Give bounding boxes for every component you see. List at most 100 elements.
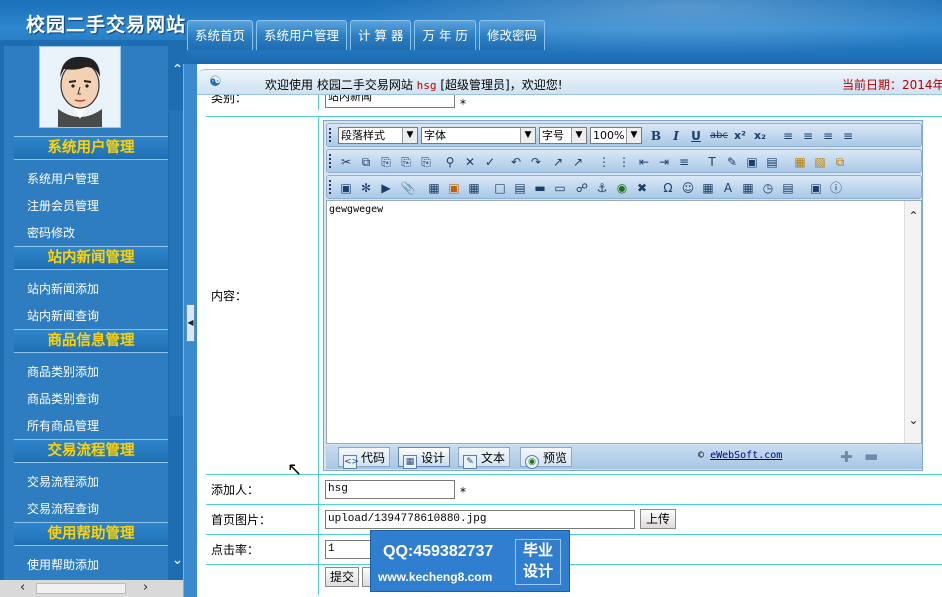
select-all-icon[interactable]: ↗ [549, 153, 567, 171]
tab-system-users[interactable]: 系统用户管理 [256, 20, 348, 50]
collapse-arrow-icon[interactable]: ◀ [186, 304, 195, 342]
table-icon[interactable]: ▦ [791, 153, 809, 171]
menu-item-registered-members[interactable]: 注册会员管理 [27, 197, 99, 214]
tab-calculator[interactable]: 计 算 器 [350, 20, 412, 50]
menu-group-help[interactable]: 使用帮助管理 [14, 522, 168, 546]
indent-decrease-icon[interactable]: ⇤ [635, 153, 653, 171]
insert-table-icon[interactable]: ▦ [425, 179, 443, 197]
align-justify-icon[interactable]: ≡ [839, 127, 857, 145]
submit-button[interactable]: 提交 [325, 567, 359, 587]
menu-item-flow-query[interactable]: 交易流程查询 [27, 500, 99, 517]
menu-group-system-users[interactable]: 系统用户管理 [14, 136, 168, 160]
upload-button[interactable]: 上传 [640, 509, 676, 529]
italic-icon[interactable]: I [667, 127, 685, 145]
unordered-list-icon[interactable]: ⋮ [615, 153, 633, 171]
menu-group-news[interactable]: 站内新闻管理 [14, 246, 168, 270]
chevron-up-icon[interactable]: ⌃ [905, 209, 922, 223]
scroll-left-icon[interactable]: ‹ [20, 580, 25, 595]
unlink-icon[interactable]: ✖ [633, 179, 651, 197]
background-color-icon[interactable]: ▣ [743, 153, 761, 171]
subscript-icon[interactable]: x₂ [751, 127, 769, 145]
underline-icon[interactable]: U [687, 127, 705, 145]
editor-content-area[interactable]: gewgwegew ⌃ ⌄ [326, 200, 922, 444]
insert-form-icon[interactable]: ▣ [445, 179, 463, 197]
adder-input[interactable]: hsg [325, 480, 455, 499]
emoticon-icon[interactable]: ☺ [679, 179, 697, 197]
time-icon[interactable]: ◷ [759, 179, 777, 197]
tab-calendar[interactable]: 万 年 历 [414, 20, 476, 50]
menu-item-flow-add[interactable]: 交易流程添加 [27, 473, 99, 490]
hyperlink-globe-icon[interactable]: ◉ [613, 179, 631, 197]
art-text-icon[interactable]: A [719, 179, 737, 197]
font-family-select[interactable]: 字体 ▼ [421, 127, 536, 144]
date-icon[interactable]: ▦ [739, 179, 757, 197]
align-right-icon[interactable]: ≡ [819, 127, 837, 145]
image-path-input[interactable]: upload/1394778610880.jpg [325, 510, 635, 529]
highlight-icon[interactable]: ✎ [723, 153, 741, 171]
flash-icon[interactable]: ✻ [357, 179, 375, 197]
scrollbar-thumb[interactable] [36, 583, 126, 594]
grid-icon[interactable]: ▦ [465, 179, 483, 197]
about-info-icon[interactable]: ⓘ [827, 179, 845, 197]
redo-icon[interactable]: ↷ [527, 153, 545, 171]
layer-icon[interactable]: ⧉ [831, 153, 849, 171]
paste-word-icon[interactable]: ⎘ [417, 153, 435, 171]
menu-group-goods[interactable]: 商品信息管理 [14, 329, 168, 353]
horizontal-rule-icon[interactable]: ▬ [531, 179, 549, 197]
excel-icon[interactable]: ▦ [699, 179, 717, 197]
media-icon[interactable]: ▶ [377, 179, 395, 197]
attachment-icon[interactable]: 📎 [399, 179, 417, 197]
paragraph-style-select[interactable]: 段落样式 ▼ [338, 127, 418, 144]
menu-item-news-add[interactable]: 站内新闻添加 [27, 280, 99, 297]
marquee-icon[interactable]: ▭ [551, 179, 569, 197]
delete-icon[interactable]: ✕ [461, 153, 479, 171]
frame-splitter[interactable]: ◀ [183, 64, 197, 597]
menu-item-change-password[interactable]: 密码修改 [27, 224, 75, 241]
copy-icon[interactable]: ⧉ [357, 153, 375, 171]
cut-icon[interactable]: ✂ [337, 153, 355, 171]
menu-item-category-add[interactable]: 商品类别添加 [27, 363, 99, 380]
align-left-icon[interactable]: ≡ [779, 127, 797, 145]
zoom-select[interactable]: 100% ▼ [590, 127, 642, 144]
font-size-select[interactable]: 字号 ▼ [539, 127, 587, 144]
ordered-list-icon[interactable]: ⋮ [595, 153, 613, 171]
link-icon[interactable]: ☍ [573, 179, 591, 197]
mode-code-button[interactable]: <> 代码 [338, 447, 391, 469]
category-input[interactable]: 站内新闻 [325, 95, 455, 108]
font-color-icon[interactable]: T [703, 153, 721, 171]
remote-upload-icon[interactable]: ▤ [779, 179, 797, 197]
paste-icon[interactable]: ⎘ [377, 153, 395, 171]
abs-position-icon[interactable]: ▤ [763, 153, 781, 171]
zoom-in-icon[interactable]: ✚ [840, 448, 853, 466]
form-icon[interactable]: ▧ [811, 153, 829, 171]
menu-item-system-users[interactable]: 系统用户管理 [27, 170, 99, 187]
menu-item-news-query[interactable]: 站内新闻查询 [27, 307, 99, 324]
copyright-link[interactable]: eWebSoft.com [710, 450, 782, 461]
insert-frame-icon[interactable]: □ [491, 179, 509, 197]
anchor-icon[interactable]: ⚓ [593, 179, 611, 197]
sidebar-horizontal-scrollbar[interactable]: ‹ › [0, 580, 187, 597]
indent-increase-icon[interactable]: ⇥ [655, 153, 673, 171]
find-icon[interactable]: ⚲ [441, 153, 459, 171]
mode-text-button[interactable]: ✎ 文本 [458, 447, 511, 469]
mode-design-button[interactable]: ▦ 设计 [398, 447, 451, 469]
special-char-icon[interactable]: Ω [659, 179, 677, 197]
strikethrough-icon[interactable]: abc [708, 127, 730, 145]
menu-item-all-goods[interactable]: 所有商品管理 [27, 417, 99, 434]
tab-change-password[interactable]: 修改密码 [478, 20, 545, 50]
undo-icon[interactable]: ↶ [507, 153, 525, 171]
align-center-icon[interactable]: ≡ [799, 127, 817, 145]
zoom-out-icon[interactable]: ▬ [864, 447, 878, 465]
pointer-icon[interactable]: ↗ [569, 153, 587, 171]
menu-group-trade-flow[interactable]: 交易流程管理 [14, 439, 168, 463]
chevron-down-icon[interactable]: ⌄ [905, 413, 922, 427]
menu-item-category-query[interactable]: 商品类别查询 [27, 390, 99, 407]
paragraph-icon[interactable]: ≡ [675, 153, 693, 171]
tab-home[interactable]: 系统首页 [187, 20, 254, 50]
paste-text-icon[interactable]: ⎘ [397, 153, 415, 171]
mode-preview-button[interactable]: ◉ 预览 [520, 447, 573, 469]
image-icon[interactable]: ▣ [337, 179, 355, 197]
fullscreen-icon[interactable]: ▣ [807, 179, 825, 197]
insert-div-icon[interactable]: ▤ [511, 179, 529, 197]
bold-icon[interactable]: B [647, 127, 665, 145]
